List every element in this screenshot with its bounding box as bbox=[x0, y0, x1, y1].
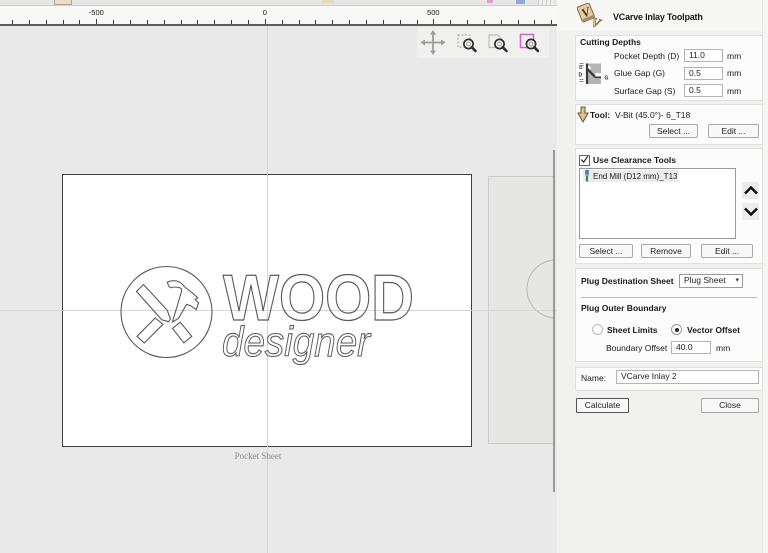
svg-text:designer: designer bbox=[222, 318, 372, 365]
svg-text:G: G bbox=[605, 76, 609, 82]
svg-text:D: D bbox=[579, 73, 583, 79]
svg-text:G: G bbox=[579, 65, 583, 70]
